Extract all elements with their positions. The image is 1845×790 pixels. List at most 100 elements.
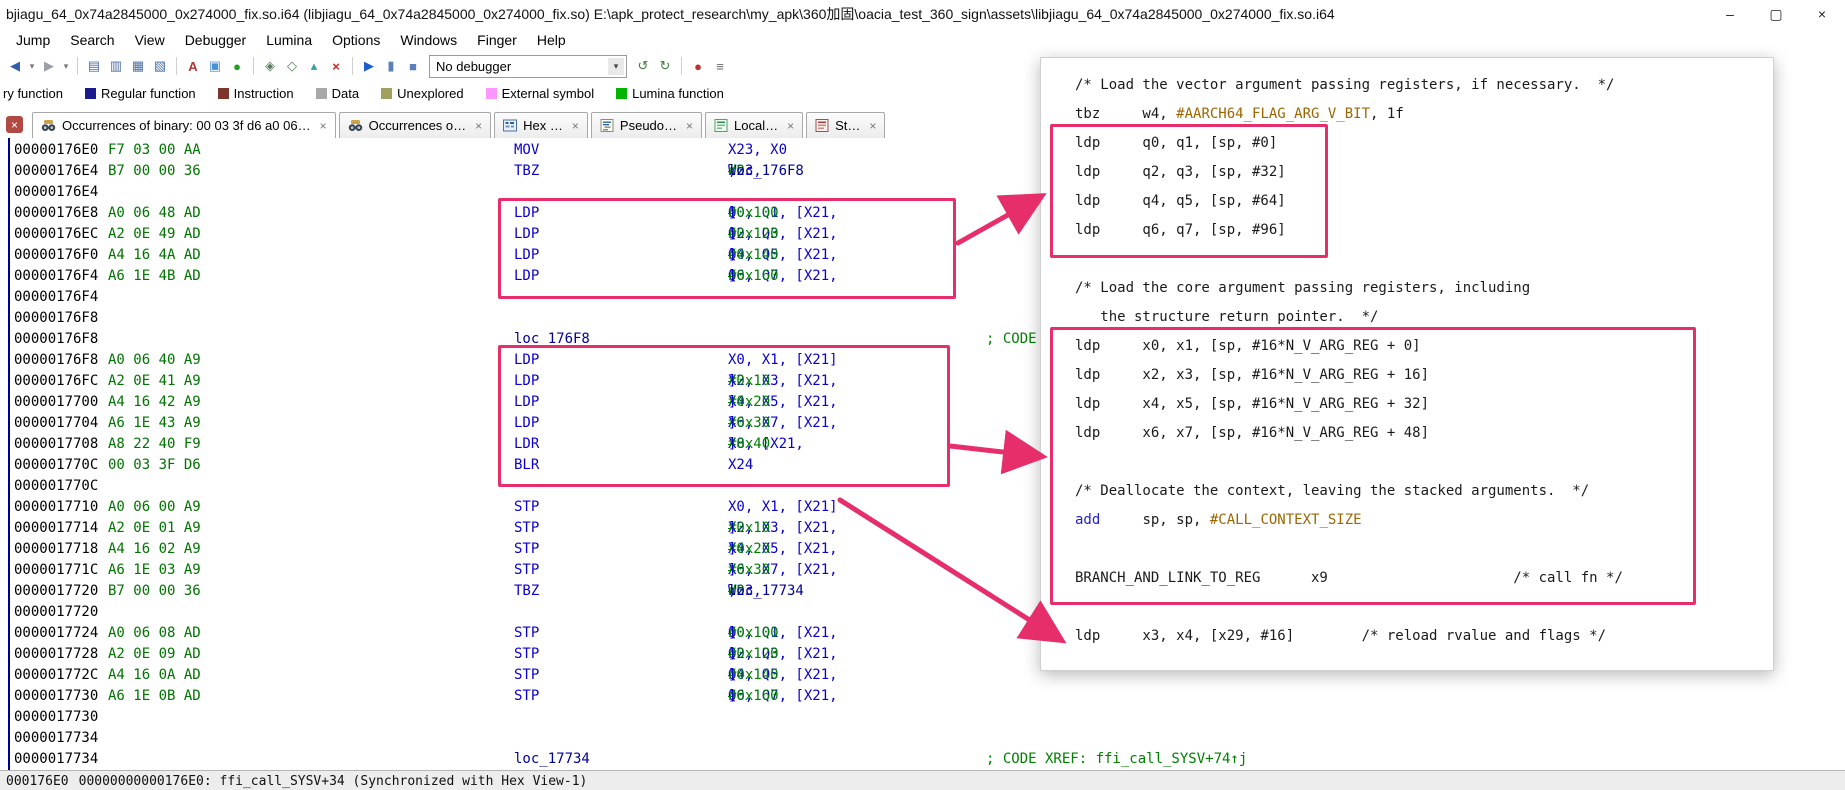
nav-forward-button[interactable]: ▶ (39, 56, 59, 76)
menu-bar: JumpSearchViewDebuggerLuminaOptionsWindo… (0, 28, 1845, 53)
jump-address-icon[interactable]: ▤ (84, 56, 104, 76)
minimize-button[interactable]: – (1707, 0, 1753, 28)
disasm-row[interactable]: 0000017734loc_17734; CODE XREF: ffi_call… (0, 749, 1845, 770)
pseudocode-icon (600, 119, 614, 132)
call-graph-icon[interactable]: ◇ (282, 56, 302, 76)
text-view-icon[interactable]: A (183, 56, 203, 76)
tab-occurrences-of-binary-00-03-3f-d6-a0-06[interactable]: Occurrences of binary: 00 03 3f d6 a0 06… (32, 112, 336, 138)
overlay-text: sp, sp, (1100, 512, 1210, 528)
disasm-mnemonic: LDR (514, 434, 539, 455)
step-over-icon[interactable]: ↻ (655, 56, 675, 76)
disasm-bytes: A0 06 08 AD (108, 623, 201, 644)
menu-lumina[interactable]: Lumina (256, 32, 322, 48)
disasm-address: 0000017718 (14, 539, 98, 560)
local-types-icon (714, 119, 728, 132)
hex-view-icon (503, 119, 517, 132)
maximize-button[interactable]: ▢ (1753, 0, 1799, 28)
menu-finger[interactable]: Finger (467, 32, 527, 48)
disasm-mnemonic: LDP (514, 245, 539, 266)
tab-occurrences-o[interactable]: Occurrences o…× (339, 112, 492, 138)
legend-ry-function: ry function (3, 86, 63, 101)
disasm-row[interactable]: 0000017734 (0, 728, 1845, 749)
menu-windows[interactable]: Windows (390, 32, 467, 48)
graph-view-icon[interactable]: ▣ (205, 56, 225, 76)
trace-window-icon[interactable]: ≡ (710, 56, 730, 76)
close-view-icon[interactable]: × (6, 116, 23, 133)
breakpoint-list-icon[interactable]: ● (688, 56, 708, 76)
tab-hex[interactable]: Hex …× (494, 112, 588, 138)
disasm-address: 0000017708 (14, 434, 98, 455)
disasm-address: 0000017704 (14, 413, 98, 434)
legend-label: External symbol (502, 86, 594, 101)
tab-close-icon[interactable]: × (686, 119, 693, 133)
tab-local[interactable]: Local…× (705, 112, 803, 138)
legend-label: Instruction (234, 86, 294, 101)
disasm-row[interactable]: 0000017730A6 1E 0B ADSTPQ6, Q7, [X21,#0x… (0, 686, 1845, 707)
disasm-mnemonic: TBZ (514, 581, 539, 602)
nav-back-dropdown-icon[interactable]: ▾ (27, 56, 37, 76)
overlay-text: ldp q4, q5, [sp, #64] (1075, 193, 1286, 209)
overlay-text: ldp x3, x4, [x29, #16] /* reload rvalue … (1075, 628, 1606, 644)
chevron-down-icon[interactable]: ▾ (608, 58, 624, 75)
disasm-mnemonic: LDP (514, 350, 539, 371)
disasm-address: 00000176F4 (14, 287, 98, 308)
disasm-address: 0000017728 (14, 644, 98, 665)
start-debugger-button[interactable]: ▶ (359, 56, 379, 76)
disasm-mnemonic: STP (514, 560, 539, 581)
jump-name-icon[interactable]: ▥ (106, 56, 126, 76)
overlay-code-line: ldp x4, x5, [sp, #16*N_V_ARG_REG + 32] (1075, 390, 1429, 419)
disasm-address: 000001770C (14, 455, 98, 476)
overlay-code-line: ldp q0, q1, [sp, #0] (1075, 129, 1277, 158)
jump-xref-icon[interactable]: ▧ (150, 56, 170, 76)
tab-close-icon[interactable]: × (787, 119, 794, 133)
nav-forward-dropdown-icon[interactable]: ▾ (61, 56, 71, 76)
step-into-icon[interactable]: ↺ (633, 56, 653, 76)
debugger-stop-icon[interactable]: ■ (403, 56, 423, 76)
menu-jump[interactable]: Jump (6, 32, 60, 48)
menu-search[interactable]: Search (60, 32, 124, 48)
binoculars-icon (348, 119, 363, 132)
close-button[interactable]: × (1799, 0, 1845, 28)
legend-color-square (316, 88, 327, 99)
close-window-icon[interactable]: × (326, 56, 346, 76)
tab-close-icon[interactable]: × (475, 119, 482, 133)
legend-color-square (381, 88, 392, 99)
flowchart-icon[interactable]: ◈ (260, 56, 280, 76)
disasm-mnemonic: STP (514, 497, 539, 518)
debugger-select-value: No debugger (436, 59, 511, 74)
debugger-select[interactable]: No debugger ▾ (429, 55, 627, 78)
tab-close-icon[interactable]: × (869, 119, 876, 133)
disasm-label: loc_176F8 (514, 329, 590, 350)
tab-st[interactable]: St… × (806, 112, 885, 138)
legend-instruction: Instruction (218, 86, 294, 101)
disasm-mnemonic: LDP (514, 413, 539, 434)
menu-view[interactable]: View (125, 32, 175, 48)
disasm-bytes: A4 16 4A AD (108, 245, 201, 266)
legend-data: Data (316, 86, 359, 101)
jump-function-icon[interactable]: ▦ (128, 56, 148, 76)
disasm-bytes: A8 22 40 F9 (108, 434, 201, 455)
disasm-label: loc_17734 (514, 749, 590, 770)
menu-help[interactable]: Help (527, 32, 576, 48)
chart-icon[interactable]: ▴ (304, 56, 324, 76)
disasm-row[interactable]: 0000017730 (0, 707, 1845, 728)
disasm-address: 0000017734 (14, 728, 98, 749)
debugger-pause-icon[interactable]: ▮ (381, 56, 401, 76)
tab-close-icon[interactable]: × (572, 119, 579, 133)
tab-close-icon[interactable]: × (320, 119, 327, 133)
overlay-text: /* Load the core argument passing regist… (1075, 280, 1530, 296)
nav-back-button[interactable]: ◀ (5, 56, 25, 76)
tab-pseudo[interactable]: Pseudo…× (591, 112, 702, 138)
menu-debugger[interactable]: Debugger (175, 32, 257, 48)
disasm-mnemonic: LDP (514, 224, 539, 245)
overlay-text: ldp x0, x1, [sp, #16*N_V_ARG_REG + 0] (1075, 338, 1421, 354)
disasm-address: 0000017720 (14, 581, 98, 602)
disasm-mnemonic: LDP (514, 371, 539, 392)
ida-window: bjiagu_64_0x74a2845000_0x274000_fix.so.i… (0, 0, 1845, 790)
menu-options[interactable]: Options (322, 32, 390, 48)
tab-label: St… (835, 118, 860, 133)
lumina-icon[interactable]: ● (227, 56, 247, 76)
disasm-address: 00000176E8 (14, 203, 98, 224)
legend-color-square (218, 88, 229, 99)
overlay-kw-token: add (1075, 512, 1100, 528)
